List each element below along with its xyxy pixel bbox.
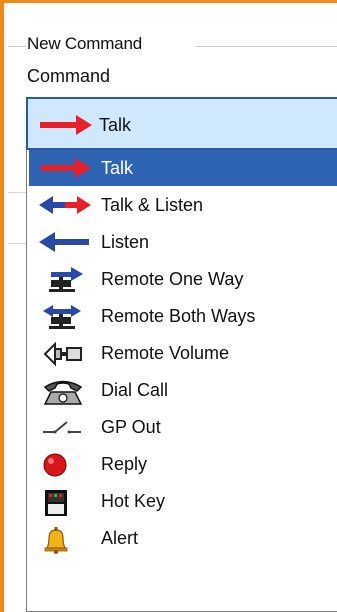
list-item-label: Talk & Listen <box>101 195 204 215</box>
window-frame-top <box>0 0 337 3</box>
red-ball-icon <box>37 452 89 478</box>
command-combobox-value: Talk <box>99 115 132 135</box>
list-item-label: Remote One Way <box>101 269 244 289</box>
telephone-icon <box>37 378 89 405</box>
bell-icon <box>37 526 89 554</box>
listen-arrow-icon <box>37 230 89 256</box>
list-item-label: Talk <box>101 158 134 178</box>
list-item-label: Alert <box>101 528 139 548</box>
divider <box>8 192 26 193</box>
window-frame-left <box>0 0 4 612</box>
list-item-gp-out[interactable]: GP Out <box>29 409 337 445</box>
list-item-remote-volume[interactable]: Remote Volume <box>29 335 337 371</box>
command-dropdown-list[interactable]: Talk Talk & Listen Listen Remote One Way… <box>26 150 337 612</box>
switch-icon <box>37 415 89 441</box>
command-label: Command <box>27 66 111 86</box>
list-item-listen[interactable]: Listen <box>29 224 337 260</box>
list-item-remote-both-ways[interactable]: Remote Both Ways <box>29 298 337 334</box>
divider <box>8 243 26 244</box>
list-item-talk-listen[interactable]: Talk & Listen <box>29 187 337 223</box>
list-item-dial-call[interactable]: Dial Call <box>29 372 337 408</box>
groupbox-border <box>196 46 337 47</box>
list-item-talk[interactable]: Talk <box>29 150 337 186</box>
list-item-label: GP Out <box>101 417 161 437</box>
talk-arrow-icon <box>38 114 94 136</box>
list-item-label: Dial Call <box>101 380 169 400</box>
list-item-label: Remote Both Ways <box>101 306 256 326</box>
groupbox-border <box>8 46 26 47</box>
list-item-label: Remote Volume <box>101 343 230 363</box>
list-item-label: Hot Key <box>101 491 166 511</box>
talk-listen-arrow-icon <box>37 193 91 219</box>
list-item-label: Reply <box>101 454 148 474</box>
list-item-hot-key[interactable]: Hot Key <box>29 483 337 519</box>
list-item-remote-one-way[interactable]: Remote One Way <box>29 261 337 297</box>
talk-arrow-icon <box>37 156 91 182</box>
command-combobox[interactable]: Talk <box>26 97 337 150</box>
hot-key-icon <box>37 489 89 516</box>
list-item-reply[interactable]: Reply <box>29 446 337 482</box>
list-item-alert[interactable]: Alert <box>29 520 337 556</box>
remote-both-ways-icon <box>37 304 89 330</box>
remote-volume-icon <box>37 341 89 367</box>
groupbox-title: New Command <box>27 34 142 53</box>
list-item-label: Listen <box>101 232 150 252</box>
remote-one-way-icon <box>37 267 89 293</box>
